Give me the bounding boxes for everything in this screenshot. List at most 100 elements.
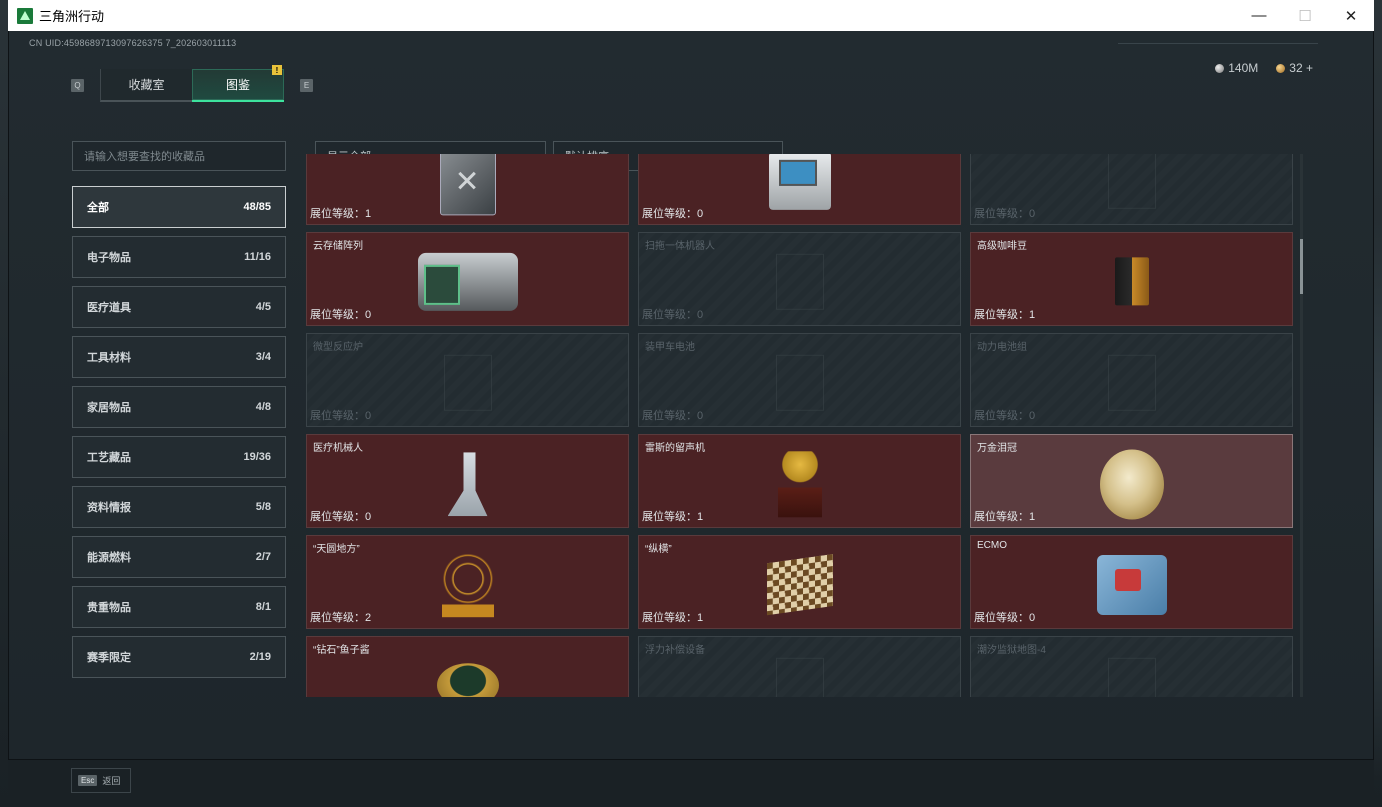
level-prefix: 展位等级： <box>642 410 697 422</box>
category-item[interactable]: 工具材料 3/4 <box>72 336 286 378</box>
category-item[interactable]: 家居物品 4/8 <box>72 386 286 428</box>
level-value: 1 <box>1029 511 1036 523</box>
category-label: 电子物品 <box>87 252 131 264</box>
category-count: 8/1 <box>255 601 271 613</box>
gold-coin-icon <box>1276 64 1286 73</box>
close-button[interactable]: ✕ <box>1328 0 1374 31</box>
collection-card[interactable]: 云存储阵列 展位等级：0 <box>306 232 629 326</box>
level-prefix: 展位等级： <box>642 612 697 624</box>
collection-card[interactable]: 雷斯的留声机 展位等级：1 <box>638 434 961 528</box>
card-display-level: 展位等级：0 <box>974 205 1035 221</box>
card-display-level: 展位等级：0 <box>974 407 1035 423</box>
back-label: 返回 <box>102 776 121 786</box>
category-item[interactable]: 贵重物品 8/1 <box>72 586 286 628</box>
category-count: 2/7 <box>255 551 271 563</box>
category-item[interactable]: 工艺藏品 19/36 <box>72 436 286 478</box>
category-count: 2/19 <box>249 651 271 663</box>
level-value: 0 <box>1029 410 1036 422</box>
category-item[interactable]: 能源燃料 2/7 <box>72 536 286 578</box>
collection-card[interactable]: “钻石”鱼子酱 <box>306 636 629 697</box>
category-count: 19/36 <box>243 451 271 463</box>
key-hint-e: E <box>300 79 313 92</box>
card-item-name: 高级咖啡豆 <box>977 241 1027 252</box>
category-item[interactable]: 赛季限定 2/19 <box>72 636 286 678</box>
level-prefix: 展位等级： <box>310 612 365 624</box>
collection-card[interactable]: 高级咖啡豆 展位等级：1 <box>970 232 1293 326</box>
tab-collection-room[interactable]: 收藏室 <box>100 69 192 102</box>
add-currency-button[interactable]: + <box>1306 61 1313 75</box>
card-item-name: 扫拖一体机器人 <box>645 241 715 252</box>
collection-card[interactable]: 浮力补偿设备 <box>638 636 961 697</box>
collection-card[interactable]: 展位等级：1 <box>306 154 629 225</box>
collection-card[interactable]: 微型反应炉 展位等级：0 <box>306 333 629 427</box>
jerry-can-icon <box>439 154 496 216</box>
key-hint-q: Q <box>71 79 84 92</box>
card-display-level: 展位等级：0 <box>310 407 371 423</box>
category-item[interactable]: 资料情报 5/8 <box>72 486 286 528</box>
card-display-level: 展位等级：1 <box>974 508 1035 524</box>
category-label: 医疗道具 <box>87 302 131 314</box>
level-prefix: 展位等级： <box>310 410 365 422</box>
card-display-level: 展位等级：1 <box>310 205 371 221</box>
back-button[interactable]: Esc 返回 <box>71 768 131 793</box>
collection-card[interactable]: 万金泪冠 展位等级：1 <box>970 434 1293 528</box>
window-title: 三角洲行动 <box>39 9 105 24</box>
caviar-icon <box>436 663 499 697</box>
collection-card[interactable]: 装甲车电池 展位等级：0 <box>638 333 961 427</box>
card-item-name: “纵横” <box>645 544 672 555</box>
phonograph-icon <box>777 451 822 518</box>
card-display-level: 展位等级：0 <box>642 205 703 221</box>
tab-bar: Q 收藏室 图鉴 ! E <box>71 65 313 102</box>
ghost-icon <box>443 354 492 411</box>
category-label: 赛季限定 <box>87 652 131 664</box>
collection-card[interactable]: 展位等级：0 <box>638 154 961 225</box>
level-prefix: 展位等级： <box>310 511 365 523</box>
search-input[interactable]: 请输入想要查找的收藏品 <box>72 141 286 171</box>
collection-card[interactable]: “纵横” 展位等级：1 <box>638 535 961 629</box>
gold-currency[interactable]: 32 + <box>1276 61 1313 75</box>
level-prefix: 展位等级： <box>974 410 1029 422</box>
card-item-name: 医疗机械人 <box>313 443 363 454</box>
window-titlebar: 三角洲行动 — ☐ ✕ <box>8 0 1374 31</box>
tab-codex[interactable]: 图鉴 ! <box>192 65 284 102</box>
grid-scrollbar[interactable] <box>1300 154 1303 697</box>
collection-card[interactable]: “天圆地方” 展位等级：2 <box>306 535 629 629</box>
collection-card[interactable]: 扫拖一体机器人 展位等级：0 <box>638 232 961 326</box>
player-uid: CN UID:4598689713097626375 7_20260301111… <box>29 38 237 48</box>
minimize-button[interactable]: — <box>1236 0 1282 31</box>
card-item-name: “天圆地方” <box>313 544 360 555</box>
card-display-level: 展位等级：1 <box>642 609 703 625</box>
level-prefix: 展位等级： <box>974 511 1029 523</box>
card-display-level: 展位等级：0 <box>974 609 1035 625</box>
category-count: 5/8 <box>255 501 271 513</box>
card-display-level: 展位等级：1 <box>642 508 703 524</box>
card-display-level: 展位等级：0 <box>310 306 371 322</box>
level-value: 1 <box>697 511 704 523</box>
category-item[interactable]: 全部 48/85 <box>72 186 286 228</box>
collection-card[interactable]: 动力电池组展位等级：0 <box>970 333 1293 427</box>
category-item[interactable]: 电子物品 11/16 <box>72 236 286 278</box>
level-value: 0 <box>365 309 372 321</box>
esc-key-hint: Esc <box>78 775 98 786</box>
category-label: 资料情报 <box>87 502 131 514</box>
ghost-icon <box>1107 657 1156 697</box>
level-prefix: 展位等级： <box>310 309 365 321</box>
ghost-icon <box>775 253 824 310</box>
card-item-name: ECMO <box>977 540 1007 551</box>
category-item[interactable]: 医疗道具 4/5 <box>72 286 286 328</box>
ghost-icon <box>1107 154 1156 209</box>
medical-robot-icon <box>447 452 488 517</box>
level-value: 0 <box>1029 612 1036 624</box>
card-item-name: 动力电池组 <box>977 342 1027 353</box>
category-count: 4/5 <box>255 301 271 313</box>
collection-card[interactable]: 展位等级：0 <box>970 154 1293 225</box>
footer-bar: Esc 返回 <box>8 759 1374 801</box>
collection-card[interactable]: 潮汐监狱地图-4 <box>970 636 1293 697</box>
scrollbar-thumb[interactable] <box>1300 239 1303 294</box>
alert-badge: ! <box>272 65 282 75</box>
level-prefix: 展位等级： <box>642 511 697 523</box>
maximize-button[interactable]: ☐ <box>1282 0 1328 31</box>
collection-card[interactable]: ECMO 展位等级：0 <box>970 535 1293 629</box>
level-value: 0 <box>697 208 704 220</box>
collection-card[interactable]: 医疗机械人 展位等级：0 <box>306 434 629 528</box>
